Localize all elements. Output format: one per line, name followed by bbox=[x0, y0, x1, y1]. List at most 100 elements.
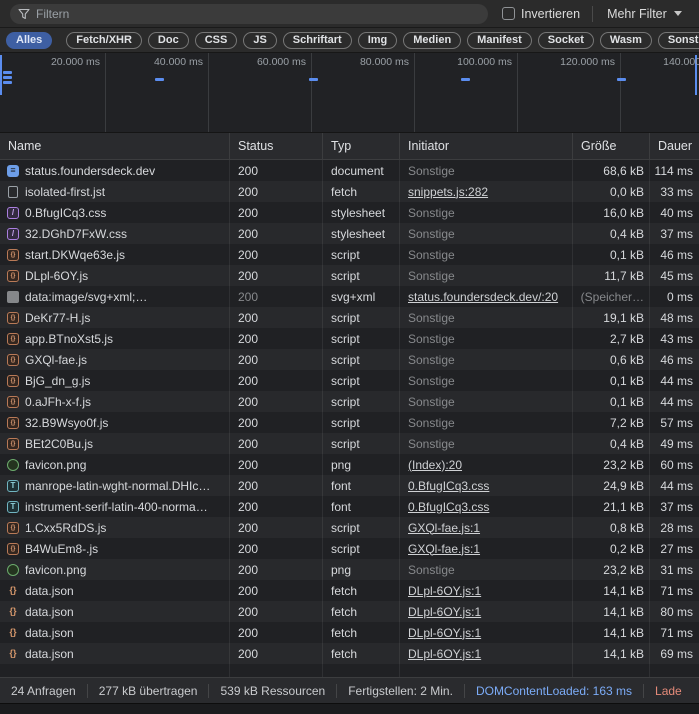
table-row[interactable]: {} 1.Cxx5RdDS.js 200 script GXQl-fae.js:… bbox=[0, 517, 699, 538]
table-row[interactable]: {} data.json 200 fetch DLpl-6OY.js:1 14,… bbox=[0, 622, 699, 643]
network-filter-toolbar: Invertieren Mehr Filter bbox=[0, 0, 699, 28]
column-header-status[interactable]: Status bbox=[230, 133, 323, 159]
status-cell: 200 bbox=[238, 436, 259, 451]
table-row[interactable]: favicon.png 200 png Sonstige 23,2 kB 31 … bbox=[0, 559, 699, 580]
request-name: data:image/svg+xml;… bbox=[25, 289, 148, 304]
timeline-request-mark bbox=[617, 78, 626, 81]
status-cell: 200 bbox=[238, 583, 259, 598]
filter-chip-fetch-xhr[interactable]: Fetch/XHR bbox=[66, 31, 142, 49]
column-header-typ[interactable]: Typ bbox=[323, 133, 400, 159]
initiator-link[interactable]: (Index):20 bbox=[408, 458, 462, 472]
initiator-link[interactable]: status.foundersdeck.dev/:20 bbox=[408, 290, 558, 304]
filter-input[interactable] bbox=[10, 3, 488, 24]
filter-chip-js[interactable]: JS bbox=[243, 31, 277, 49]
invert-filter-toggle[interactable]: Invertieren bbox=[502, 7, 580, 21]
request-name-cell: / 32.DGhD7FxW.css bbox=[0, 227, 230, 241]
timeline-tick-label: 140.000 ms bbox=[663, 56, 699, 68]
table-row[interactable]: / 0.BfugICq3.css 200 stylesheet Sonstige… bbox=[0, 202, 699, 223]
table-row[interactable]: {} 0.aJFh-x-f.js 200 script Sonstige 0,1… bbox=[0, 391, 699, 412]
status-bar-item: 24 Anfragen bbox=[0, 683, 88, 698]
table-row[interactable]: T manrope-latin-wght-normal.DHIc… 200 fo… bbox=[0, 475, 699, 496]
timeline-tick-label: 120.000 ms bbox=[560, 56, 615, 68]
column-header-initiator[interactable]: Initiator bbox=[400, 133, 573, 159]
filter-chip-schriftart[interactable]: Schriftart bbox=[282, 31, 352, 49]
initiator-link[interactable]: snippets.js:282 bbox=[408, 185, 488, 199]
filter-chip-alles[interactable]: Alles bbox=[6, 31, 53, 49]
table-row[interactable]: {} BEt2C0Bu.js 200 script Sonstige 0,4 k… bbox=[0, 433, 699, 454]
filter-chip-socket[interactable]: Socket bbox=[537, 31, 594, 49]
table-row[interactable]: ≡ status.foundersdeck.dev 200 document S… bbox=[0, 160, 699, 181]
initiator-link[interactable]: DLpl-6OY.js:1 bbox=[408, 626, 481, 640]
filter-chip-medien[interactable]: Medien bbox=[403, 31, 462, 49]
column-separator bbox=[572, 160, 573, 677]
invert-checkbox[interactable] bbox=[502, 7, 515, 20]
type-cell: script bbox=[331, 541, 360, 556]
initiator-link[interactable]: DLpl-6OY.js:1 bbox=[408, 605, 481, 619]
more-filters-label: Mehr Filter bbox=[607, 6, 667, 21]
initiator-cell: 0.BfugICq3.css bbox=[400, 500, 573, 514]
filter-chip-wasm[interactable]: Wasm bbox=[599, 31, 652, 49]
timeline-request-mark bbox=[461, 78, 470, 81]
table-row[interactable]: {} 32.B9Wsyo0f.js 200 script Sonstige 7,… bbox=[0, 412, 699, 433]
json-icon: {} bbox=[9, 606, 17, 616]
initiator-link[interactable]: 0.BfugICq3.css bbox=[408, 479, 489, 493]
table-row[interactable]: {} data.json 200 fetch DLpl-6OY.js:1 14,… bbox=[0, 580, 699, 601]
request-name: 32.B9Wsyo0f.js bbox=[25, 415, 109, 430]
initiator-link[interactable]: DLpl-6OY.js:1 bbox=[408, 647, 481, 661]
status-cell: 200 bbox=[238, 373, 259, 388]
table-row[interactable]: {} B4WuEm8-.js 200 script GXQl-fae.js:1 … bbox=[0, 538, 699, 559]
table-row[interactable]: {} BjG_dn_g.js 200 script Sonstige 0,1 k… bbox=[0, 370, 699, 391]
type-cell: script bbox=[331, 352, 360, 367]
size-cell: 14,1 kB bbox=[603, 604, 644, 619]
initiator-cell: Sonstige bbox=[400, 437, 573, 451]
status-cell: 200 bbox=[238, 205, 259, 220]
initiator-link[interactable]: GXQl-fae.js:1 bbox=[408, 521, 480, 535]
table-row[interactable]: {} data.json 200 fetch DLpl-6OY.js:1 14,… bbox=[0, 643, 699, 664]
duration-cell: 71 ms bbox=[660, 583, 693, 598]
request-name-cell: {} data.json bbox=[0, 647, 230, 661]
column-header-name[interactable]: Name bbox=[0, 133, 230, 159]
table-row[interactable]: {} data.json 200 fetch DLpl-6OY.js:1 14,… bbox=[0, 601, 699, 622]
request-name-cell: {} BjG_dn_g.js bbox=[0, 374, 230, 388]
table-row[interactable]: {} DLpl-6OY.js 200 script Sonstige 11,7 … bbox=[0, 265, 699, 286]
filter-chip-sonstige[interactable]: Sonstige bbox=[657, 31, 699, 49]
filter-chip-css[interactable]: CSS bbox=[194, 31, 238, 49]
table-row[interactable]: isolated-first.jst 200 fetch snippets.js… bbox=[0, 181, 699, 202]
table-row[interactable]: {} app.BTnoXst5.js 200 script Sonstige 2… bbox=[0, 328, 699, 349]
table-row[interactable]: {} DeKr77-H.js 200 script Sonstige 19,1 … bbox=[0, 307, 699, 328]
request-name-cell: {} start.DKWqe63e.js bbox=[0, 248, 230, 262]
size-cell: 11,7 kB bbox=[604, 268, 644, 283]
filter-chip-manifest[interactable]: Manifest bbox=[467, 31, 532, 49]
initiator-text: Sonstige bbox=[408, 394, 455, 409]
status-cell: 200 bbox=[238, 457, 259, 472]
request-name-cell: {} DLpl-6OY.js bbox=[0, 269, 230, 283]
initiator-link[interactable]: 0.BfugICq3.css bbox=[408, 500, 489, 514]
drawer-edge bbox=[0, 703, 699, 714]
script-icon: {} bbox=[7, 269, 19, 282]
initiator-link[interactable]: GXQl-fae.js:1 bbox=[408, 542, 480, 556]
initiator-link[interactable]: DLpl-6OY.js:1 bbox=[408, 584, 481, 598]
initiator-cell: Sonstige bbox=[400, 416, 573, 430]
table-row[interactable]: favicon.png 200 png (Index):20 23,2 kB 6… bbox=[0, 454, 699, 475]
more-filters-button[interactable]: Mehr Filter bbox=[607, 7, 682, 21]
table-row[interactable]: / 32.DGhD7FxW.css 200 stylesheet Sonstig… bbox=[0, 223, 699, 244]
timeline-left-handle[interactable] bbox=[0, 55, 2, 95]
status-cell: 200 bbox=[238, 541, 259, 556]
size-cell: 23,2 kB bbox=[603, 562, 644, 577]
filter-chip-img[interactable]: Img bbox=[357, 31, 398, 49]
type-cell: script bbox=[331, 331, 360, 346]
filter-chip-doc[interactable]: Doc bbox=[147, 31, 189, 49]
table-row[interactable]: data:image/svg+xml;… 200 svg+xml status.… bbox=[0, 286, 699, 307]
status-cell: 200 bbox=[238, 331, 259, 346]
table-row[interactable]: {} GXQl-fae.js 200 script Sonstige 0,6 k… bbox=[0, 349, 699, 370]
timeline-overview[interactable]: 20.000 ms 40.000 ms 60.000 ms 80.000 ms 100.… bbox=[0, 53, 699, 133]
duration-cell: 46 ms bbox=[660, 247, 693, 262]
duration-cell: 45 ms bbox=[660, 268, 693, 283]
column-header-dauer[interactable]: Dauer bbox=[650, 133, 699, 159]
table-row[interactable]: T instrument-serif-latin-400-norma… 200 … bbox=[0, 496, 699, 517]
request-name: 1.Cxx5RdDS.js bbox=[25, 520, 107, 535]
script-icon: {} bbox=[7, 311, 19, 324]
column-header-gr-e[interactable]: Größe bbox=[573, 133, 650, 159]
initiator-text: Sonstige bbox=[408, 226, 455, 241]
table-row[interactable]: {} start.DKWqe63e.js 200 script Sonstige… bbox=[0, 244, 699, 265]
